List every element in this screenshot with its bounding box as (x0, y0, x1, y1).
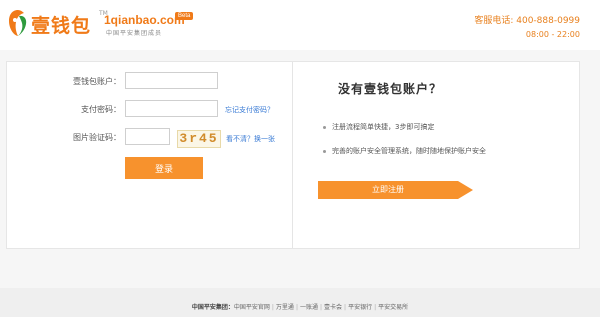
captcha-image[interactable]: 3r45 (177, 130, 221, 148)
logo-slogan: 中国平安集团成员 (106, 30, 163, 37)
brand-logo[interactable]: 壹钱包 TM 1qianbao.com Beta 中国平安集团成员 (7, 8, 197, 40)
password-input[interactable] (125, 100, 218, 117)
feature-text: 完善的账户安全管理系统，随时随地保护账户安全 (332, 147, 486, 155)
card-divider (292, 62, 293, 248)
footer-link[interactable]: 平安交易所 (378, 304, 408, 311)
customer-service-info: 客服电话: 400-888-0999 08:00 - 22:00 (474, 14, 580, 42)
footer-link[interactable]: 壹卡会 (324, 304, 342, 311)
captcha-input[interactable] (125, 128, 170, 145)
wallet-logo-icon (9, 10, 27, 36)
site-footer: 中国平安集团：中国平安官网 | 万里通 | 一账通 | 壹卡会 | 平安银行 | 平安交易所 (0, 288, 600, 317)
register-button[interactable]: 立即注册 (318, 181, 473, 199)
footer-link[interactable]: 万里通 (276, 304, 294, 311)
register-title: 没有壹钱包账户？ (338, 82, 443, 96)
register-button-label: 立即注册 (372, 185, 404, 194)
service-hours: 08:00 - 22:00 (525, 30, 580, 39)
footer-separator: | (295, 304, 298, 311)
refresh-captcha-link[interactable]: 看不清？换一张 (226, 134, 275, 144)
beta-badge: Beta (175, 12, 194, 20)
footer-separator: | (344, 304, 347, 311)
bullet-icon (323, 125, 326, 129)
login-button[interactable]: 登录 (125, 157, 203, 179)
footer-link[interactable]: 平安银行 (348, 304, 372, 311)
bullet-icon (323, 149, 326, 153)
logo-domain: 1qianbao.com (104, 13, 185, 27)
footer-link[interactable]: 一账通 (300, 304, 318, 311)
footer-separator: | (271, 304, 274, 311)
footer-link[interactable]: 中国平安官网 (234, 304, 270, 311)
feature-text: 注册流程简单快捷，3步即可搞定 (332, 123, 435, 131)
account-input[interactable] (125, 72, 218, 89)
footer-links: 中国平安集团：中国平安官网 | 万里通 | 一账通 | 壹卡会 | 平安银行 | 平安交易所 (0, 302, 600, 311)
footer-separator: | (319, 304, 323, 311)
footer-group-label: 中国平安集团： (191, 304, 234, 311)
feature-item: 注册流程简单快捷，3步即可搞定 (323, 122, 434, 132)
footer-separator: | (374, 304, 377, 311)
password-label: 支付密码： (81, 105, 121, 114)
hotline-number: 客服电话: 400-888-0999 (474, 16, 580, 26)
forgot-password-link[interactable]: 忘记支付密码？ (225, 105, 274, 115)
captcha-label: 图片验证码： (73, 133, 121, 142)
logo-wordmark: 壹钱包 (31, 15, 92, 37)
site-header: 壹钱包 TM 1qianbao.com Beta 中国平安集团成员 客服电话: … (0, 0, 600, 50)
login-card: 壹钱包账户： 支付密码： 忘记支付密码？ 图片验证码： 3r45 看不清？换一张… (6, 61, 580, 249)
feature-item: 完善的账户安全管理系统，随时随地保护账户安全 (323, 146, 486, 156)
account-label: 壹钱包账户： (73, 77, 121, 86)
